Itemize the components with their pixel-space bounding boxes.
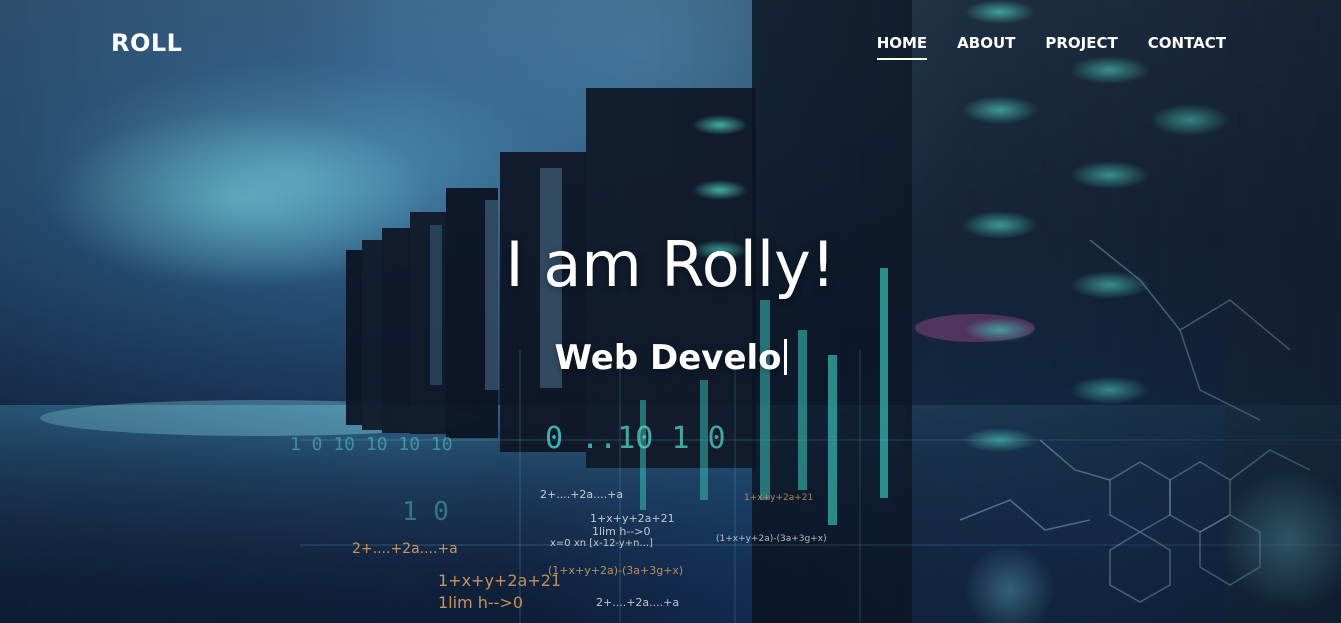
nav-contact-link[interactable]: CONTACT xyxy=(1148,34,1226,60)
hero-section: 2+....+2a....+a 1+x+y+2a+21 1lim h-->0 (… xyxy=(0,0,1341,623)
hero-title: I am Rolly! xyxy=(505,228,836,301)
nav-about-link[interactable]: ABOUT xyxy=(957,34,1015,60)
brand-logo[interactable]: ROLL xyxy=(111,29,182,57)
nav-project-link[interactable]: PROJECT xyxy=(1045,34,1117,60)
nav-menu: HOME ABOUT PROJECT CONTACT xyxy=(876,34,1226,60)
background-shade xyxy=(0,0,1341,623)
text-cursor-icon xyxy=(783,339,787,375)
hero-typed-subtitle: Web Develo xyxy=(0,338,1341,378)
top-navbar: ROLL HOME ABOUT PROJECT CONTACT xyxy=(0,0,1341,88)
typed-role-text: Web Develo xyxy=(554,338,782,378)
nav-home-link[interactable]: HOME xyxy=(876,34,928,60)
